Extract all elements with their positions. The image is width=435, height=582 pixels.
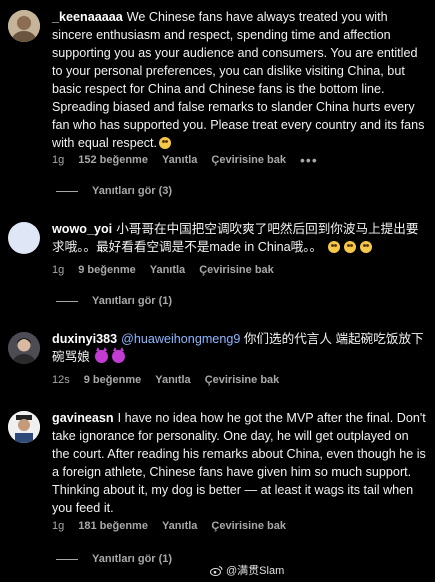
view-replies-button[interactable]: Yanıtları gör (1) xyxy=(56,553,172,565)
view-replies-label: Yanıtları gör (1) xyxy=(92,295,173,307)
flushed-emoji-icon xyxy=(159,137,172,149)
reply-button[interactable]: Yanıtla xyxy=(155,374,190,386)
comment-text: wowo_yoi 小哥哥在中国把空调吹爽了吧然后回到你波马上提出要求哦。。最好看看… xyxy=(52,220,427,256)
view-replies-label: Yanıtları gör (1) xyxy=(92,553,173,565)
timestamp: 1g xyxy=(52,154,65,166)
timestamp: 1g xyxy=(52,520,65,532)
like-count[interactable]: 181 beğenme xyxy=(78,520,148,532)
weibo-logo-icon xyxy=(210,565,223,576)
divider-line xyxy=(56,190,78,192)
more-options-icon[interactable]: ••• xyxy=(300,152,318,168)
view-replies-button[interactable]: Yanıtları gör (1) xyxy=(56,295,172,307)
mention-link[interactable]: @huaweihongmeng9 xyxy=(121,332,240,346)
translate-button[interactable]: Çevirisine bak xyxy=(211,154,286,166)
timestamp: 1g xyxy=(52,264,65,276)
comment-meta: 1g 152 beğenme Yanıtla Çevirisine bak ••… xyxy=(52,152,318,168)
username[interactable]: gavineasn xyxy=(52,411,114,425)
translate-button[interactable]: Çevirisine bak xyxy=(199,264,274,276)
flushed-emoji-icon xyxy=(327,241,340,253)
avatar[interactable] xyxy=(8,332,40,364)
reply-button[interactable]: Yanıtla xyxy=(150,264,185,276)
translate-button[interactable]: Çevirisine bak xyxy=(205,374,280,386)
comment-text: _keenaaaaa We Chinese fans have always tr… xyxy=(52,8,427,152)
username[interactable]: wowo_yoi xyxy=(52,222,112,236)
like-count[interactable]: 9 beğenme xyxy=(78,264,135,276)
comment-meta: 12s 9 beğenme Yanıtla Çevirisine bak xyxy=(52,374,279,386)
divider-line xyxy=(56,558,78,560)
avatar[interactable] xyxy=(8,411,40,443)
divider-line xyxy=(56,300,78,302)
username[interactable]: duxinyi383 xyxy=(52,332,117,346)
watermark: @满贯Slam xyxy=(210,562,284,578)
flushed-emoji-icon xyxy=(343,241,356,253)
devil-emoji-icon xyxy=(112,347,126,363)
devil-emoji-icon xyxy=(95,347,109,363)
view-replies-label: Yanıtları gör (3) xyxy=(92,185,173,197)
avatar[interactable] xyxy=(8,10,40,42)
comment-text: gavineasn I have no idea how he got the M… xyxy=(52,409,427,517)
avatar[interactable] xyxy=(8,222,40,254)
comment-text: duxinyi383 @huaweihongmeng9 你们选的代言人 端起碗吃饭… xyxy=(52,330,427,366)
comment-meta: 1g 181 beğenme Yanıtla Çevirisine bak xyxy=(52,520,286,532)
like-count[interactable]: 9 beğenme xyxy=(84,374,141,386)
like-count[interactable]: 152 beğenme xyxy=(78,154,148,166)
comment-meta: 1g 9 beğenme Yanıtla Çevirisine bak xyxy=(52,264,274,276)
comment-body: I have no idea how he got the MVP after … xyxy=(52,411,426,515)
watermark-text: @满贯Slam xyxy=(226,565,285,577)
comment-body: We Chinese fans have always treated you … xyxy=(52,10,425,150)
timestamp: 12s xyxy=(52,374,70,386)
view-replies-button[interactable]: Yanıtları gör (3) xyxy=(56,185,172,197)
reply-button[interactable]: Yanıtla xyxy=(162,154,197,166)
flushed-emoji-icon xyxy=(359,241,372,253)
translate-button[interactable]: Çevirisine bak xyxy=(211,520,286,532)
reply-button[interactable]: Yanıtla xyxy=(162,520,197,532)
username[interactable]: _keenaaaaa xyxy=(52,10,123,24)
